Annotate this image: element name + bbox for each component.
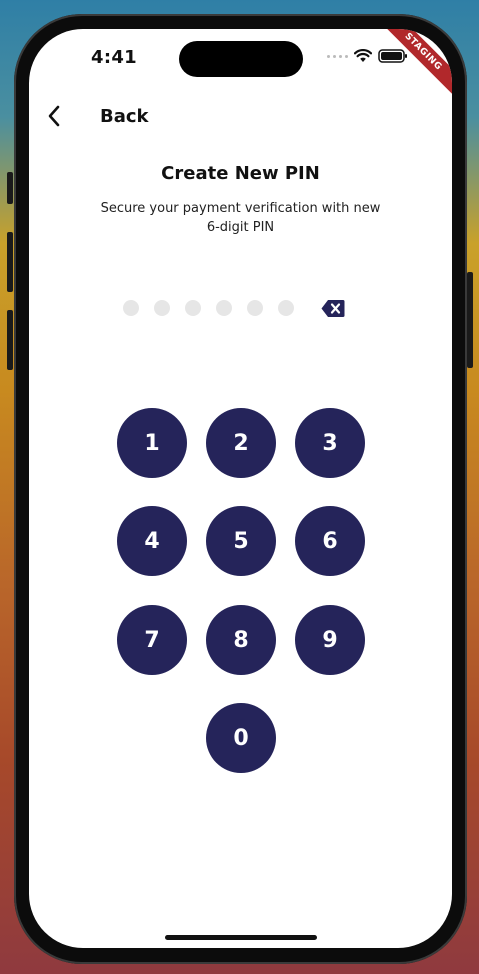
key-3[interactable]: 3: [295, 408, 365, 478]
key-4[interactable]: 4: [117, 506, 187, 576]
key-0[interactable]: 0: [206, 703, 276, 773]
backspace-icon: [321, 300, 345, 317]
backspace-button[interactable]: [321, 299, 345, 318]
wifi-icon: [354, 49, 372, 62]
key-9[interactable]: 9: [295, 605, 365, 675]
back-label: Back: [100, 105, 149, 127]
back-button[interactable]: Back: [47, 101, 149, 131]
key-8[interactable]: 8: [206, 605, 276, 675]
battery-icon: [378, 49, 407, 63]
volume-down-button: [7, 310, 13, 370]
app-screen: 4:41 STAGING Back Create New PIN Secure …: [29, 29, 452, 948]
dynamic-island: [179, 41, 303, 77]
pin-dot-6: [278, 300, 294, 316]
key-2[interactable]: 2: [206, 408, 276, 478]
chevron-left-icon: [47, 101, 69, 131]
volume-up-button: [7, 232, 13, 292]
pin-indicator: [123, 300, 294, 316]
page-subtitle: Secure your payment verification with ne…: [100, 201, 381, 235]
pin-dot-4: [216, 300, 232, 316]
power-button: [467, 272, 473, 368]
signal-dots-icon: [327, 54, 348, 58]
status-time: 4:41: [91, 47, 137, 68]
page-title: Create New PIN: [161, 163, 320, 184]
key-6[interactable]: 6: [295, 506, 365, 576]
status-icons: [327, 49, 408, 63]
pin-dot-1: [123, 300, 139, 316]
home-indicator[interactable]: [165, 935, 317, 940]
action-button: [7, 172, 13, 204]
pin-dot-2: [154, 300, 170, 316]
key-1[interactable]: 1: [117, 408, 187, 478]
pin-dot-5: [247, 300, 263, 316]
key-7[interactable]: 7: [117, 605, 187, 675]
key-5[interactable]: 5: [206, 506, 276, 576]
pin-dot-3: [185, 300, 201, 316]
